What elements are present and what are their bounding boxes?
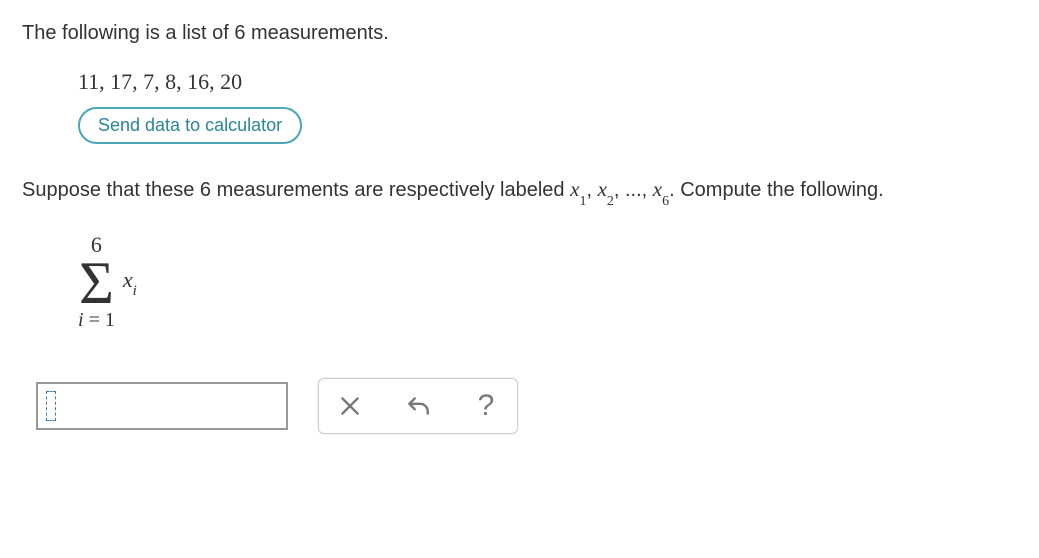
sigma-lower-limit: i = 1 (78, 310, 115, 330)
sub-1: 1 (579, 194, 586, 209)
instruction-text: Suppose that these 6 measurements are re… (22, 174, 1017, 208)
var-x-6: x (653, 177, 662, 201)
comma-2: , ..., (614, 179, 653, 201)
undo-icon[interactable] (405, 393, 431, 419)
comma-1: , (586, 179, 597, 201)
intro-text: The following is a list of 6 measurement… (22, 22, 1017, 45)
sigma-symbol: Σ (79, 256, 114, 310)
measurement-values: 11, 17, 7, 8, 16, 20 (78, 69, 1017, 95)
instruction-pre: Suppose that these 6 measurements are re… (22, 179, 570, 201)
sigma-expression: 6 Σ i = 1 xi (22, 234, 1017, 330)
question-mark-glyph: ? (478, 391, 495, 421)
reset-icon[interactable] (337, 393, 363, 419)
help-icon[interactable]: ? (473, 393, 499, 419)
answer-row: ? (22, 378, 1017, 434)
sigma-term: xi (123, 267, 137, 297)
send-data-button[interactable]: Send data to calculator (78, 107, 302, 144)
answer-input[interactable] (36, 382, 288, 430)
action-toolbar: ? (318, 378, 518, 434)
var-x-2: x (598, 177, 607, 201)
input-cursor (46, 391, 56, 421)
sub-6: 6 (662, 194, 669, 209)
instruction-post: . Compute the following. (669, 179, 884, 201)
sub-2: 2 (607, 194, 614, 209)
data-section: 11, 17, 7, 8, 16, 20 Send data to calcul… (22, 69, 1017, 144)
